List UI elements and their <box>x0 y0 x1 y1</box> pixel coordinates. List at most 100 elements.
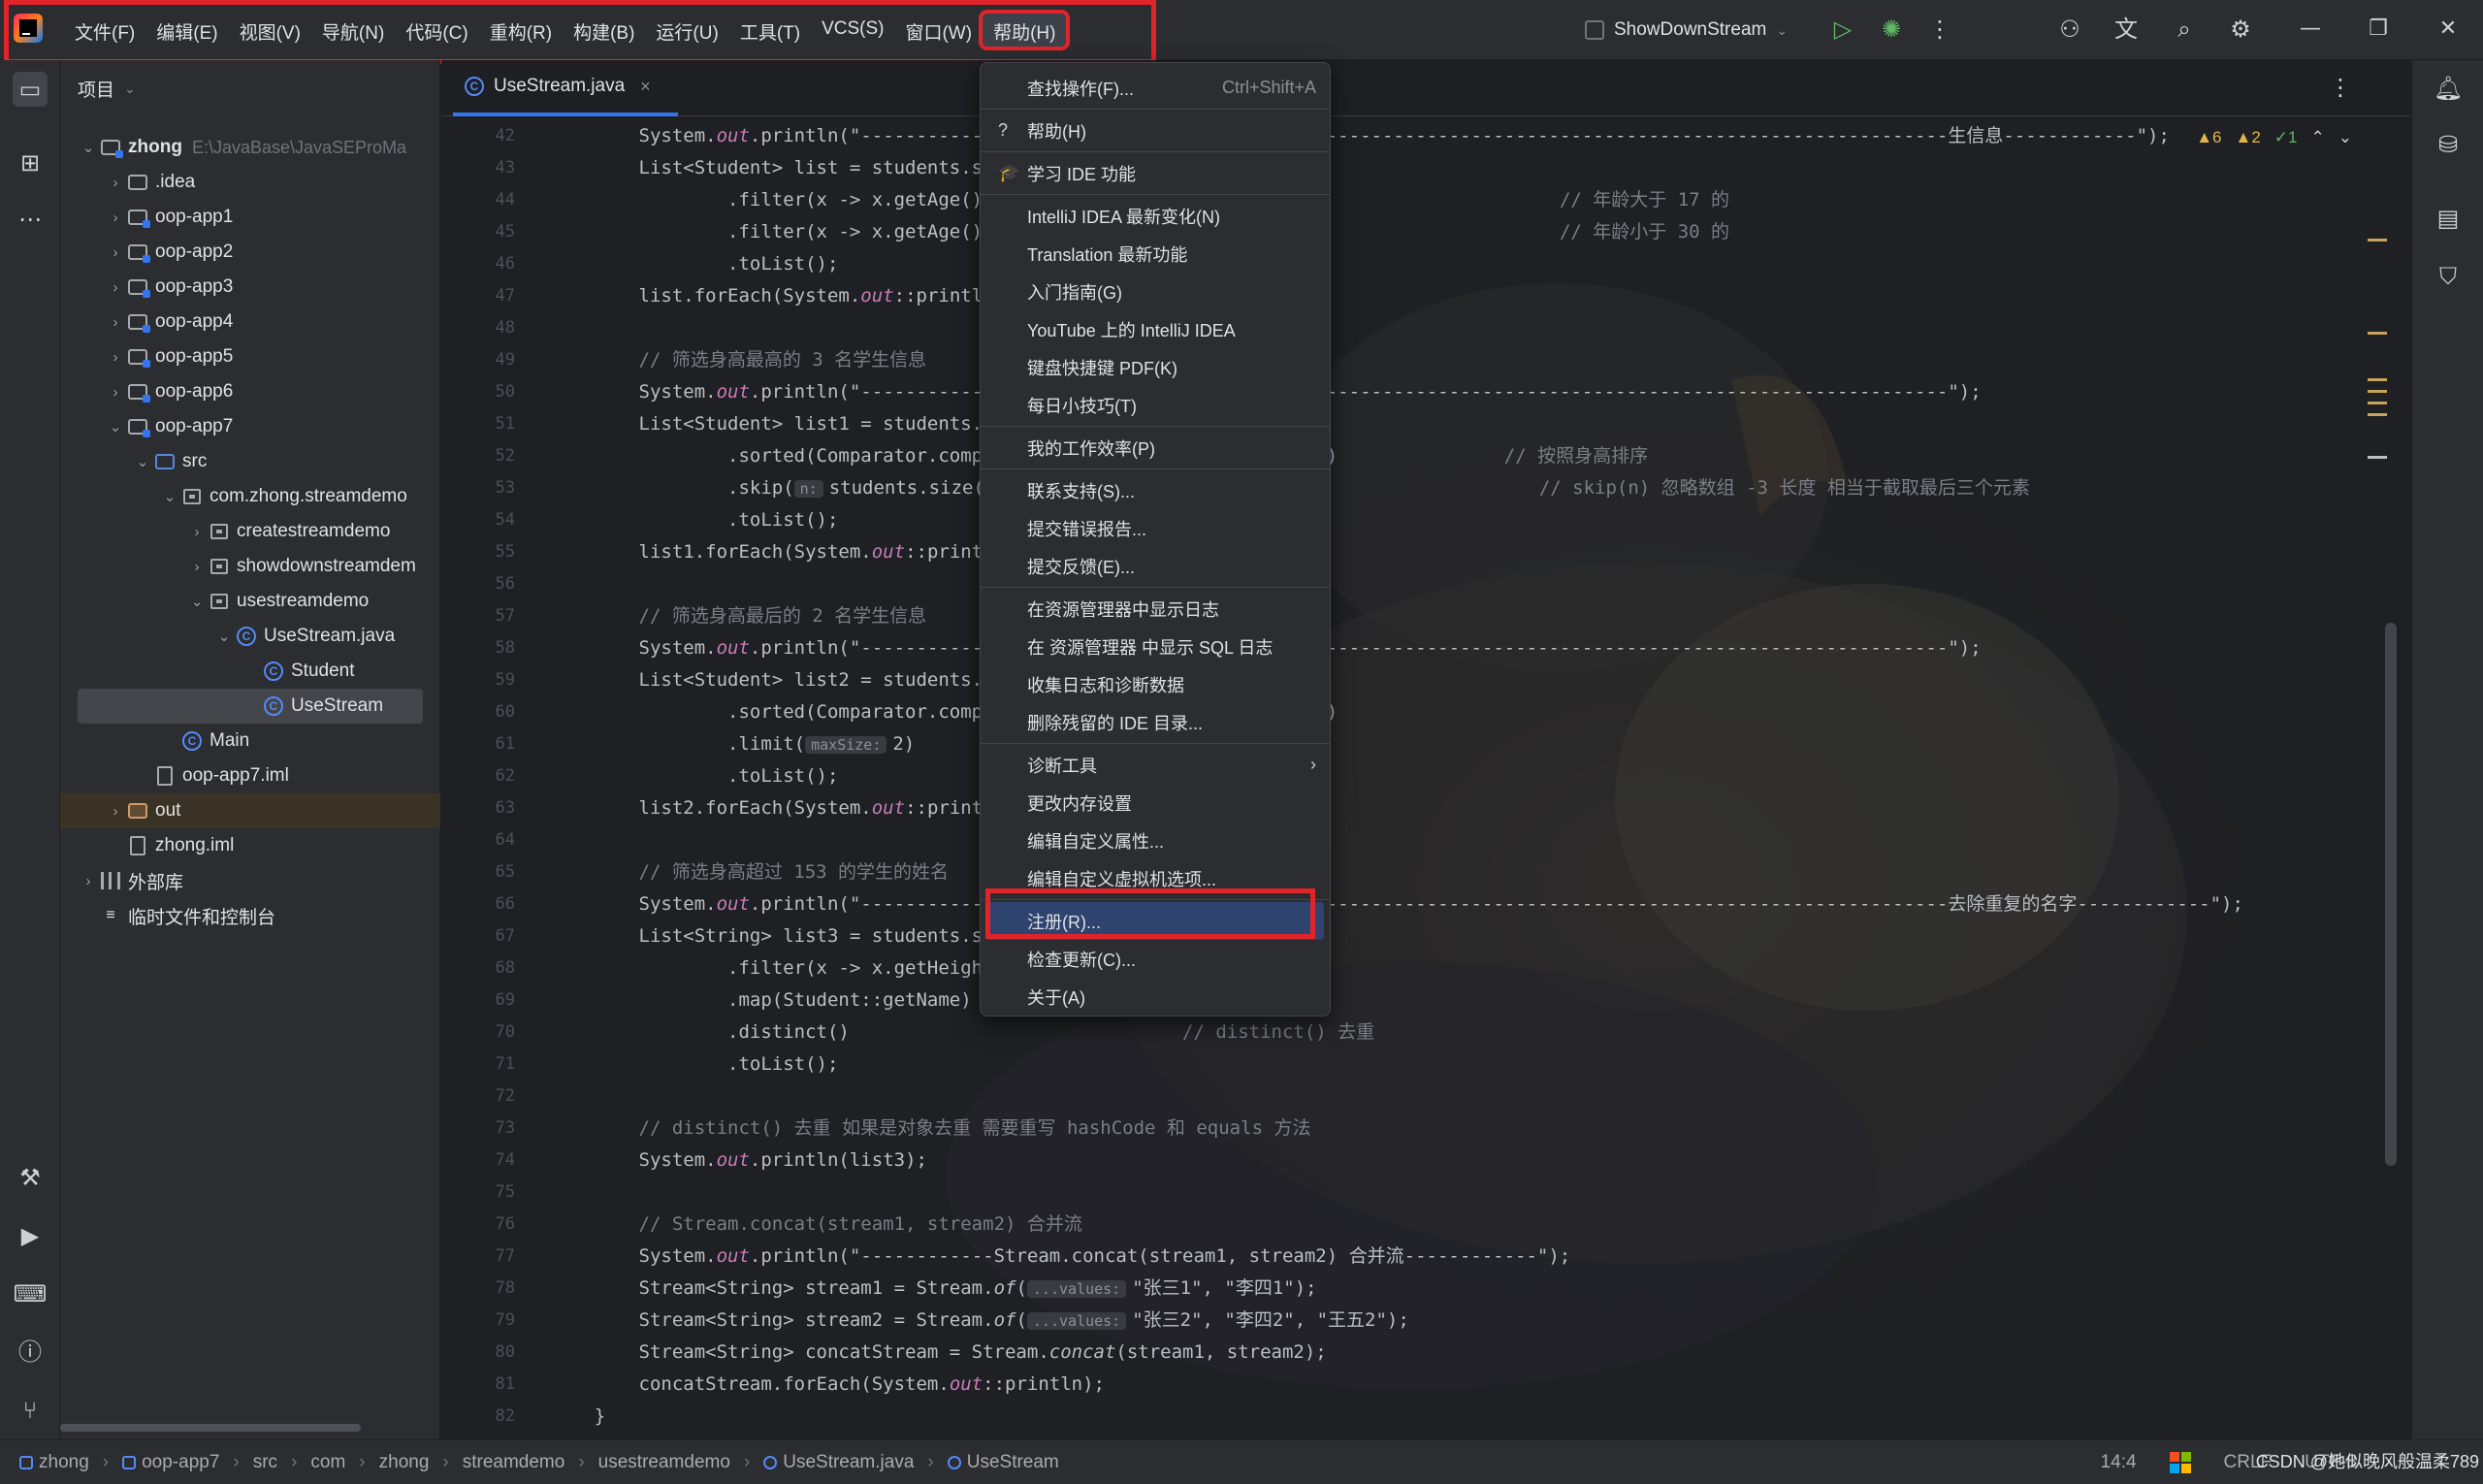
code-line[interactable]: // 筛选身高超过 153 的学生的姓名 <box>550 856 2393 888</box>
code-line[interactable]: Stream<String> stream2 = Stream.of(...va… <box>550 1305 2393 1337</box>
code-line[interactable] <box>550 1081 2393 1113</box>
code-line[interactable]: // 筛选身高最高的 3 名学生信息 <box>550 344 2393 376</box>
database-icon[interactable]: ⛁ <box>2432 128 2465 161</box>
tree-item[interactable]: ⌄ usestreamdemo <box>60 584 440 619</box>
caret-position[interactable]: 14:4 <box>2101 1452 2137 1473</box>
help-menu-item[interactable]: 编辑自定义属性... <box>981 822 1330 859</box>
code-line[interactable]: .distinct() // distinct() 去重 <box>550 1016 2393 1048</box>
code-line[interactable]: // Stream.concat(stream1, stream2) 合并流 <box>550 1209 2393 1241</box>
tree-item[interactable]: › oop-app2 <box>60 235 440 270</box>
code-line[interactable]: List<Student> list1 = students.stream() <box>550 408 2393 440</box>
tree-item[interactable]: C Main <box>60 724 440 758</box>
project-folder-icon[interactable]: ▭ <box>13 72 48 107</box>
code-line[interactable]: .toList(); <box>550 1048 2393 1081</box>
code-line[interactable]: .sorted(Comparator.comparingDouble(Stude… <box>550 440 2393 472</box>
tree-item[interactable]: › .idea <box>60 165 440 200</box>
help-menu-item[interactable]: 检查更新(C)... <box>981 940 1330 978</box>
breadcrumb-item[interactable]: zhong <box>379 1452 430 1473</box>
code-line[interactable]: List<String> list3 = students.stream() <box>550 920 2393 952</box>
chevron-down-icon[interactable]: ⌄ <box>78 139 99 156</box>
help-menu-item[interactable]: 更改内存设置 <box>981 784 1330 822</box>
tree-item[interactable]: › out <box>60 793 440 828</box>
restore-window-button[interactable]: ❐ <box>2359 12 2398 47</box>
code-line[interactable]: System.out.println("------------Stream.c… <box>550 1241 2393 1273</box>
code-line[interactable]: System.out.println("--------------------… <box>550 120 2393 152</box>
help-menu-item[interactable]: 我的工作效率(P) <box>981 429 1330 467</box>
tree-item[interactable]: ⌄ zhong E:\JavaBase\JavaSEProMa <box>60 130 440 165</box>
tree-item[interactable]: › oop-app3 <box>60 270 440 305</box>
code-line[interactable]: } <box>550 1401 2393 1433</box>
chevron-right-icon[interactable]: › <box>105 244 126 261</box>
tree-item[interactable]: C Student <box>60 654 440 689</box>
chevron-right-icon[interactable]: › <box>186 524 208 540</box>
menu-5[interactable]: 代码(C) <box>395 14 478 47</box>
tree-item[interactable]: ⌄ com.zhong.streamdemo <box>60 479 440 514</box>
shield-icon[interactable]: ⛉ <box>2432 260 2465 293</box>
chevron-down-icon[interactable]: ⌄ <box>186 593 208 610</box>
help-menu-item[interactable]: ? 帮助(H) <box>981 112 1330 149</box>
chevron-right-icon[interactable]: › <box>105 210 126 226</box>
help-menu-item[interactable]: 在 资源管理器 中显示 SQL 日志 <box>981 628 1330 665</box>
close-tab-icon[interactable]: × <box>640 77 651 97</box>
tree-item[interactable]: › oop-app4 <box>60 305 440 339</box>
help-menu-item[interactable]: 关于(A) <box>981 978 1330 1016</box>
help-menu-item[interactable]: 查找操作(F)... Ctrl+Shift+A <box>981 69 1330 107</box>
chevron-right-icon[interactable]: › <box>105 314 126 331</box>
help-menu-item[interactable]: Translation 最新功能 <box>981 235 1330 273</box>
tab-options-icon[interactable]: ⋮ <box>2329 74 2352 101</box>
breadcrumb-item[interactable]: UseStream.java <box>763 1452 914 1473</box>
debug-icon[interactable]: ✺ <box>1876 14 1907 45</box>
run-icon[interactable]: ▷ <box>1827 14 1858 45</box>
code-line[interactable]: .filter(x -> x.getAge() < 30) // 年龄小于 30… <box>550 216 2393 248</box>
breadcrumb-item[interactable]: UseStream <box>947 1452 1059 1473</box>
intellij-logo-icon[interactable] <box>14 14 43 43</box>
problems-icon[interactable]: ⓘ <box>13 1335 48 1370</box>
help-menu-item[interactable]: 键盘快捷键 PDF(K) <box>981 348 1330 386</box>
breadcrumb-item[interactable]: usestreamdemo <box>598 1452 730 1473</box>
help-menu-item[interactable]: 在资源管理器中显示日志 <box>981 590 1330 628</box>
breadcrumb-item[interactable]: com <box>310 1452 345 1473</box>
code-line[interactable]: // 筛选身高最后的 2 名学生信息 <box>550 600 2393 632</box>
tree-item[interactable]: ⌄ src <box>60 444 440 479</box>
horizontal-scrollbar[interactable] <box>60 1424 361 1432</box>
build-hammer-icon[interactable]: ⚒ <box>13 1160 48 1195</box>
chevron-down-icon[interactable]: ⌄ <box>132 453 153 470</box>
code-line[interactable] <box>550 1177 2393 1209</box>
code-line[interactable]: list.forEach(System.out::println); <box>550 280 2393 312</box>
help-menu-item[interactable]: 🎓 学习 IDE 功能 <box>981 154 1330 192</box>
menu-8[interactable]: 运行(U) <box>645 14 728 47</box>
code-line[interactable]: list1.forEach(System.out::println); <box>550 536 2393 568</box>
run-configuration-selector[interactable]: ShowDownStream ⌄ <box>1585 16 1788 45</box>
terminal-icon[interactable]: ⌨ <box>13 1276 48 1311</box>
menu-7[interactable]: 构建(B) <box>563 14 645 47</box>
code-line[interactable]: System.out.println("--------------------… <box>550 888 2393 920</box>
breadcrumb-item[interactable]: src <box>253 1452 277 1473</box>
tree-item[interactable]: › 外部库 <box>60 863 440 898</box>
help-menu-item[interactable]: 入门指南(G) <box>981 273 1330 310</box>
help-menu-item[interactable]: 提交错误报告... <box>981 509 1330 547</box>
chevron-right-icon[interactable]: › <box>105 349 126 366</box>
chevron-right-icon[interactable]: › <box>105 803 126 820</box>
tree-item[interactable]: › createstreamdemo <box>60 514 440 549</box>
code-line[interactable]: List<Student> list2 = students.stream() <box>550 664 2393 696</box>
code-line[interactable]: System.out.println("--------------------… <box>550 376 2393 408</box>
chevron-down-icon[interactable]: ⌄ <box>159 488 180 505</box>
code-line[interactable] <box>550 568 2393 600</box>
menu-4[interactable]: 导航(N) <box>311 14 395 47</box>
help-menu-item[interactable]: 删除残留的 IDE 目录... <box>981 703 1330 741</box>
code-line[interactable]: .toList(); <box>550 760 2393 792</box>
help-menu-item[interactable]: 联系支持(S)... <box>981 471 1330 509</box>
tree-item[interactable]: oop-app7.iml <box>60 758 440 793</box>
tree-item[interactable]: ⌄ C UseStream.java <box>60 619 440 654</box>
code-line[interactable]: .toList(); <box>550 504 2393 536</box>
tree-item[interactable]: › oop-app6 <box>60 374 440 409</box>
chevron-right-icon[interactable]: › <box>105 175 126 191</box>
chevron-down-icon[interactable]: ⌄ <box>105 418 126 436</box>
vertical-scrollbar[interactable] <box>2385 623 2397 1166</box>
help-menu-item[interactable]: 每日小技巧(T) <box>981 386 1330 424</box>
code-line[interactable]: Stream<String> stream1 = Stream.of(...va… <box>550 1273 2393 1305</box>
chevron-right-icon[interactable]: › <box>105 384 126 401</box>
code-line[interactable]: List<Student> list = students.stream() <box>550 152 2393 184</box>
notifications-bell-icon[interactable]: 🔔︎ <box>2432 72 2465 105</box>
menu-11[interactable]: 窗口(W) <box>894 14 983 47</box>
